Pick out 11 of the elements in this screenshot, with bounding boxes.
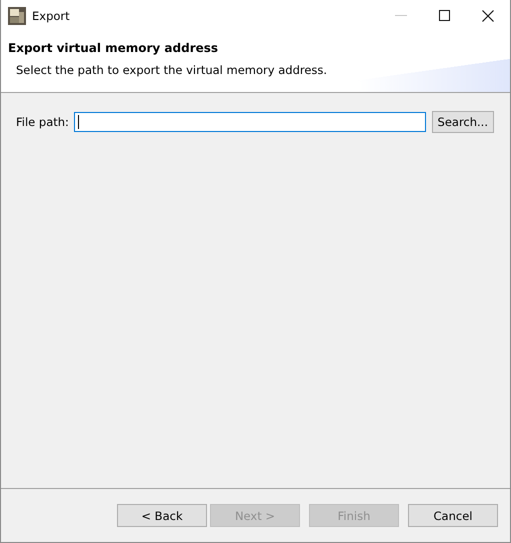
field-label: File path: [16,115,69,129]
close-icon[interactable] [482,10,494,22]
wizard-button[interactable]: < Back [117,504,207,527]
search-button[interactable]: Search... [432,111,494,133]
page-description: Select the path to export the virtual memory address. [16,63,328,77]
file-path-field[interactable] [74,112,426,132]
wizard-button[interactable]: Cancel [408,504,498,527]
app-icon [8,6,26,24]
page-title: Export virtual memory address [8,41,220,55]
maximize-icon[interactable] [439,10,450,21]
window-title: Export [32,8,70,22]
